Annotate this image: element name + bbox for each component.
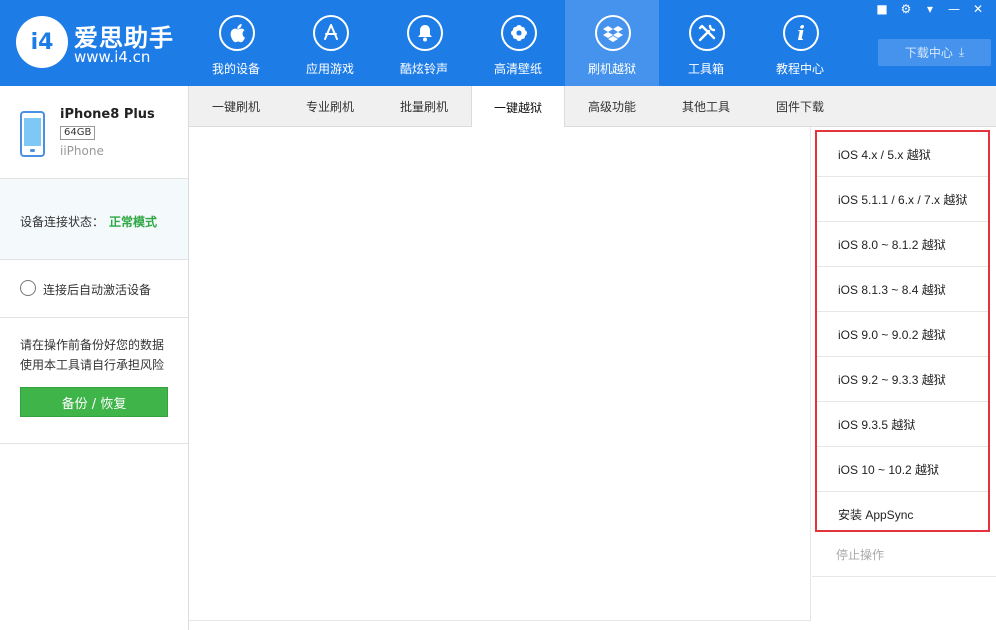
jailbreak-option[interactable]: iOS 8.0 ~ 8.1.2 越狱 [817, 222, 988, 267]
nav-my-device[interactable]: 我的设备 [189, 0, 283, 86]
tab-other-tools[interactable]: 其他工具 [659, 86, 753, 127]
brand-url: www.i4.cn [74, 48, 151, 66]
auto-activate-radio[interactable] [20, 280, 36, 296]
backup-restore-button[interactable]: 备份 / 恢复 [20, 387, 168, 417]
nav-wallpapers[interactable]: 高清壁纸 [471, 0, 565, 86]
device-capacity: 64GB [60, 126, 96, 140]
jailbreak-option[interactable]: iOS 9.2 ~ 9.3.3 越狱 [817, 357, 988, 402]
backup-warning: 请在操作前备份好您的数据 使用本工具请自行承担风险 备份 / 恢复 [0, 318, 188, 444]
close-icon[interactable]: ✕ [970, 2, 986, 16]
jailbreak-option[interactable]: iOS 9.0 ~ 9.0.2 越狱 [817, 312, 988, 357]
auto-activate-label: 连接后自动激活设备 [43, 283, 152, 297]
auto-activate-option[interactable]: 连接后自动激活设备 [0, 260, 188, 318]
shirt-icon[interactable]: ■ [874, 2, 890, 16]
i4-logo: i4 [16, 16, 68, 68]
nav-ringtones[interactable]: 酷炫铃声 [377, 0, 471, 86]
connection-label: 设备连接状态： [20, 215, 105, 229]
window-controls: ■ ⚙ ▾ — ✕ [874, 2, 986, 16]
device-subname: iiPhone [60, 144, 104, 158]
nav-apps-games[interactable]: 应用游戏 [283, 0, 377, 86]
jailbreak-option[interactable]: iOS 5.1.1 / 6.x / 7.x 越狱 [817, 177, 988, 222]
jailbreak-option[interactable]: iOS 10 ~ 10.2 越狱 [817, 447, 988, 492]
warning-line-2: 使用本工具请自行承担风险 [20, 358, 165, 372]
jailbreak-option[interactable]: iOS 8.1.3 ~ 8.4 越狱 [817, 267, 988, 312]
sub-tab-bar: 一键刷机 专业刷机 批量刷机 一键越狱 高级功能 其他工具 固件下载 [189, 86, 996, 128]
tab-one-click-flash[interactable]: 一键刷机 [189, 86, 283, 127]
install-appsync-option[interactable]: 安装 AppSync [817, 492, 988, 537]
bell-icon [407, 15, 443, 51]
apple-icon [219, 15, 255, 51]
connection-status: 设备连接状态： 正常模式 [0, 179, 188, 260]
top-bar: i4 爱思助手 www.i4.cn 我的设备 应用游戏 酷炫铃声 高清壁纸 刷机… [0, 0, 996, 86]
download-center-label: 下载中心 [904, 46, 953, 60]
divider [189, 620, 811, 621]
tools-icon [689, 15, 725, 51]
phone-icon [20, 111, 45, 157]
jailbreak-option[interactable]: iOS 9.3.5 越狱 [817, 402, 988, 447]
dropbox-icon [595, 15, 631, 51]
main-content-area [189, 127, 811, 620]
stop-operation-button[interactable]: 停止操作 [812, 532, 996, 577]
nav-label: 应用游戏 [305, 62, 354, 76]
warning-line-1: 请在操作前备份好您的数据 [20, 338, 165, 352]
tab-firmware-download[interactable]: 固件下载 [753, 86, 847, 127]
nav-label: 刷机越狱 [587, 62, 636, 76]
connection-mode: 正常模式 [109, 215, 158, 229]
flower-icon [501, 15, 537, 51]
minimize-icon[interactable]: — [946, 2, 962, 16]
jailbreak-panel: iOS 4.x / 5.x 越狱 iOS 5.1.1 / 6.x / 7.x 越… [812, 127, 996, 630]
nav-label: 高清壁纸 [493, 62, 542, 76]
device-name: iPhone8 Plus [60, 107, 155, 122]
jailbreak-option[interactable]: iOS 4.x / 5.x 越狱 [817, 132, 988, 177]
nav-label: 我的设备 [211, 62, 260, 76]
menu-icon[interactable]: ▾ [922, 2, 938, 16]
download-center-button[interactable]: 下载中心 ⤓ [878, 39, 991, 66]
tab-pro-flash[interactable]: 专业刷机 [283, 86, 377, 127]
tab-one-click-jailbreak[interactable]: 一键越狱 [471, 86, 565, 128]
tab-batch-flash[interactable]: 批量刷机 [377, 86, 471, 127]
device-info: iPhone8 Plus 64GB iiPhone [0, 86, 188, 179]
gear-icon[interactable]: ⚙ [898, 2, 914, 16]
nav-flash-jailbreak[interactable]: 刷机越狱 [565, 0, 659, 86]
tab-advanced[interactable]: 高级功能 [565, 86, 659, 127]
nav-label: 酷炫铃声 [399, 62, 448, 76]
app-store-icon [313, 15, 349, 51]
nav-label: 工具箱 [687, 62, 724, 76]
nav-toolbox[interactable]: 工具箱 [659, 0, 753, 86]
nav-label: 教程中心 [775, 62, 824, 76]
left-panel: iPhone8 Plus 64GB iiPhone 设备连接状态： 正常模式 连… [0, 86, 189, 630]
download-icon: ⤓ [958, 45, 965, 59]
info-icon: i [783, 15, 819, 51]
nav-tutorials[interactable]: i 教程中心 [753, 0, 847, 86]
jailbreak-options-list: iOS 4.x / 5.x 越狱 iOS 5.1.1 / 6.x / 7.x 越… [815, 130, 990, 532]
